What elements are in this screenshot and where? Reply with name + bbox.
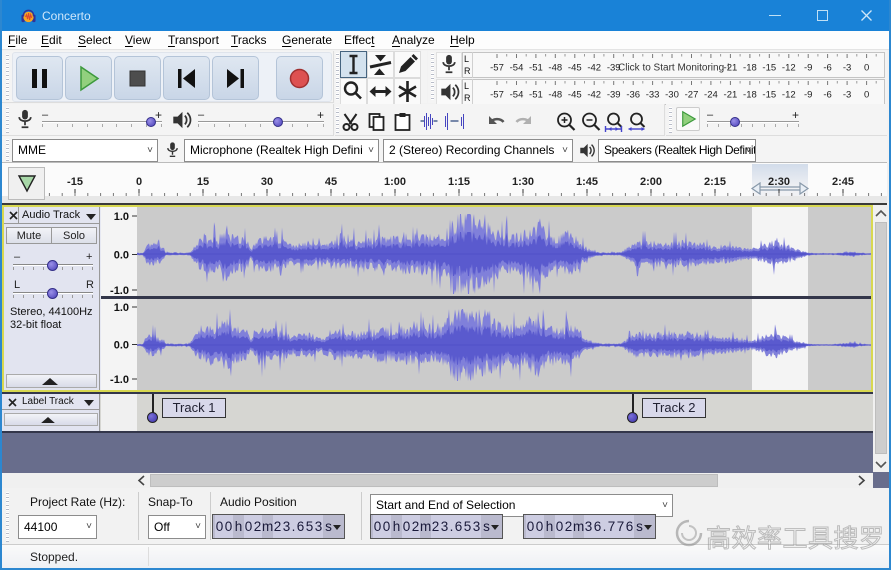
svg-text:1:45: 1:45: [576, 176, 598, 188]
svg-text:0.0: 0.0: [114, 340, 129, 352]
svg-text:45: 45: [325, 176, 337, 188]
svg-text:-42: -42: [587, 90, 601, 101]
svg-text:0: 0: [864, 63, 869, 74]
svg-text:-45: -45: [568, 63, 582, 74]
svg-text:-54: -54: [510, 63, 524, 74]
svg-text:-15: -15: [67, 176, 83, 188]
svg-text:2:30: 2:30: [768, 176, 790, 188]
svg-text:0: 0: [136, 176, 142, 188]
svg-text:-57: -57: [490, 90, 504, 101]
svg-text:-1.0: -1.0: [110, 374, 129, 386]
svg-text:2:45: 2:45: [832, 176, 854, 188]
svg-text:-24: -24: [704, 90, 718, 101]
svg-text:2:15: 2:15: [704, 176, 726, 188]
svg-text:-54: -54: [510, 90, 524, 101]
svg-text:-36: -36: [626, 90, 640, 101]
svg-text:-27: -27: [685, 90, 699, 101]
svg-text:Click to Start Monitoring !: Click to Start Monitoring !: [618, 63, 730, 74]
svg-text:2:00: 2:00: [640, 176, 662, 188]
svg-text:-48: -48: [548, 90, 562, 101]
svg-text:30: 30: [261, 176, 273, 188]
svg-text:-39: -39: [607, 90, 621, 101]
svg-text:1.0: 1.0: [114, 211, 129, 223]
svg-text:-51: -51: [529, 63, 543, 74]
svg-text:1.0: 1.0: [114, 302, 129, 314]
svg-text:-6: -6: [823, 90, 831, 101]
svg-text:1:15: 1:15: [448, 176, 470, 188]
svg-text:-15: -15: [762, 63, 776, 74]
svg-text:-21: -21: [724, 90, 738, 101]
svg-text:1:30: 1:30: [512, 176, 534, 188]
svg-text:-33: -33: [646, 90, 660, 101]
svg-text:-51: -51: [529, 90, 543, 101]
svg-text:-12: -12: [782, 63, 796, 74]
svg-text:1:00: 1:00: [384, 176, 406, 188]
svg-text:-18: -18: [743, 90, 757, 101]
svg-text:-9: -9: [804, 63, 812, 74]
svg-text:-18: -18: [743, 63, 757, 74]
svg-text:-3: -3: [843, 90, 851, 101]
svg-text:-48: -48: [548, 63, 562, 74]
svg-text:-30: -30: [665, 90, 679, 101]
svg-text:-12: -12: [782, 90, 796, 101]
svg-text:-57: -57: [490, 63, 504, 74]
svg-text:15: 15: [197, 176, 209, 188]
svg-text:0: 0: [864, 90, 869, 101]
svg-text:-45: -45: [568, 90, 582, 101]
svg-text:-6: -6: [823, 63, 831, 74]
svg-text:-42: -42: [587, 63, 601, 74]
svg-text:-3: -3: [843, 63, 851, 74]
svg-text:0.0: 0.0: [114, 250, 129, 262]
svg-text:-15: -15: [762, 90, 776, 101]
svg-text:-9: -9: [804, 90, 812, 101]
